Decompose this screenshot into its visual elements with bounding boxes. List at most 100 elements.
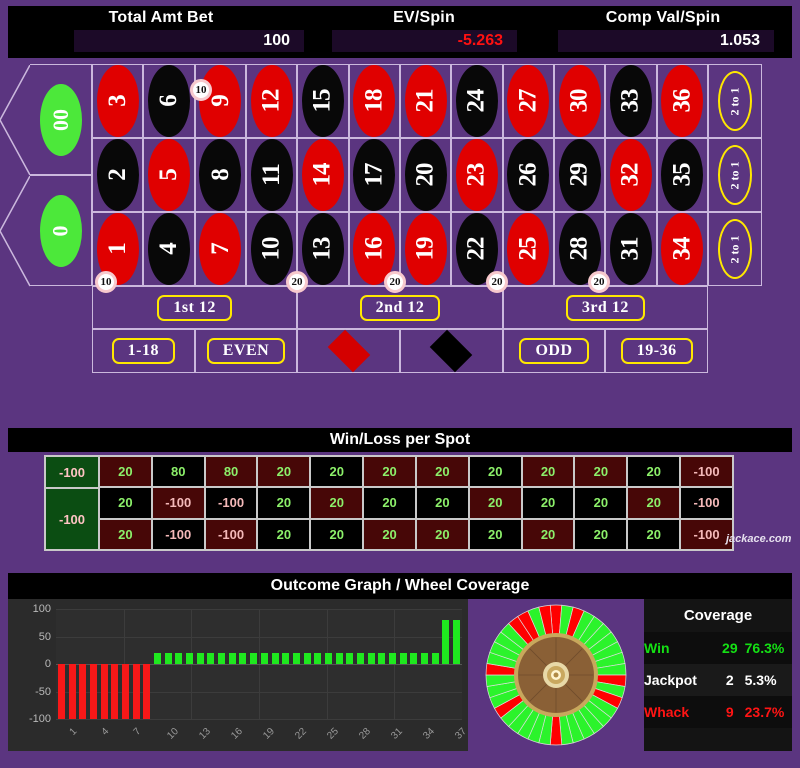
outcome-body: 100 50 0 -50 -100 1 4 7 10 13 16 19 22 25 28 31 34 37 Cov… xyxy=(8,599,792,751)
winloss-value: -100 xyxy=(218,526,245,542)
bet-spot-3[interactable]: 3 xyxy=(92,64,144,138)
bet-chip-line-16-19[interactable]: 20 xyxy=(384,271,406,293)
winloss-cell: 20 xyxy=(258,457,310,487)
bet-spot-5[interactable]: 5 xyxy=(143,138,195,212)
number-label: 18 xyxy=(360,89,388,113)
number-oval: 9 xyxy=(199,65,242,137)
winloss-value: 20 xyxy=(276,495,292,511)
winloss-grid: 20 80 80 20 20 20 20 20 20 20 20 -100 20 -100 -100 20 20… xyxy=(100,457,732,549)
winloss-cell: 20 xyxy=(628,519,680,549)
coverage-title: Coverage xyxy=(683,607,753,624)
bet-spot-column-2[interactable]: 2 to 1 xyxy=(708,138,762,212)
winloss-cell: -100 xyxy=(205,519,257,549)
wheel-coverage-graphic xyxy=(468,599,644,751)
bet-spot-34[interactable]: 34 xyxy=(656,212,708,286)
dozen-bets[interactable]: 1st 12 2nd 12 3rd 12 xyxy=(92,286,708,329)
number-label: 3 xyxy=(103,95,131,107)
stat-label: Comp Val/Spin xyxy=(605,9,721,26)
winloss-value: 20 xyxy=(329,495,344,511)
winloss-cell: 20 xyxy=(575,519,627,549)
coverage-label: Win xyxy=(644,632,716,664)
bet-chip-split-6-9[interactable]: 10 xyxy=(190,79,212,101)
winloss-value: 20 xyxy=(488,526,503,542)
column-bets[interactable]: 2 to 1 2 to 1 2 to 1 xyxy=(708,64,762,286)
number-grid[interactable]: 3 6 9 12 15 18 21 24 27 30 33 36 2 5 8 11 14 17 20 23 26 29 32… xyxy=(92,64,708,286)
bet-spot-27[interactable]: 27 xyxy=(502,64,554,138)
chart-bar xyxy=(389,653,397,664)
bet-spot-1st-12[interactable]: 1st 12 xyxy=(92,286,298,329)
number-label: 2 xyxy=(103,169,131,181)
winloss-cell: 80 xyxy=(152,457,204,487)
bet-chip-line-28-31[interactable]: 20 xyxy=(588,271,610,293)
bet-chip-street-corner-1[interactable]: 10 xyxy=(95,271,117,293)
bet-chip-line-22-25[interactable]: 20 xyxy=(486,271,508,293)
number-oval: 17 xyxy=(353,139,396,211)
outcome-title: Outcome Graph / Wheel Coverage xyxy=(8,573,792,599)
chart-bar xyxy=(57,664,65,719)
number-label: 11 xyxy=(257,164,285,186)
winloss-value: -100 xyxy=(693,526,720,542)
bet-spot-18[interactable]: 18 xyxy=(348,64,400,138)
bet-spot-1-18[interactable]: 1-18 xyxy=(92,329,195,373)
bet-spot-32[interactable]: 32 xyxy=(605,138,657,212)
number-label: 34 xyxy=(668,237,696,261)
bet-spot-6[interactable]: 6 xyxy=(143,64,195,138)
bet-spot-29[interactable]: 29 xyxy=(553,138,606,212)
bet-spot-11[interactable]: 11 xyxy=(245,138,298,212)
bet-spot-odd[interactable]: ODD xyxy=(502,329,606,373)
bet-spot-19-36[interactable]: 19-36 xyxy=(605,329,708,373)
outside-bets[interactable]: 1-18 EVEN ODD 19-36 xyxy=(92,329,708,373)
bet-spot-24[interactable]: 24 xyxy=(451,64,503,138)
bet-spot-red[interactable] xyxy=(297,329,400,373)
chart-bar xyxy=(153,653,162,664)
bet-spot-even[interactable]: EVEN xyxy=(194,329,298,373)
bet-spot-25[interactable]: 25 xyxy=(502,212,554,286)
bet-spot-23[interactable]: 23 xyxy=(451,138,503,212)
bet-spot-17[interactable]: 17 xyxy=(348,138,400,212)
bet-spot-8[interactable]: 8 xyxy=(194,138,246,212)
number-label: 30 xyxy=(565,89,593,113)
bet-spot-36[interactable]: 36 xyxy=(656,64,708,138)
bet-spot-19[interactable]: 19 xyxy=(399,212,452,286)
bet-spot-35[interactable]: 35 xyxy=(656,138,708,212)
bet-spot-0[interactable]: 0 xyxy=(0,175,92,287)
bet-spot-15[interactable]: 15 xyxy=(297,64,349,138)
bet-spot-4[interactable]: 4 xyxy=(143,212,195,286)
chart-bar xyxy=(260,653,268,664)
bet-chip-line-10-13[interactable]: 20 xyxy=(286,271,308,293)
number-oval: 5 xyxy=(147,139,190,211)
bet-spot-14[interactable]: 14 xyxy=(297,138,349,212)
bet-spot-12[interactable]: 12 xyxy=(245,64,298,138)
winloss-cell: 20 xyxy=(258,519,310,549)
bet-spot-9[interactable]: 9 xyxy=(194,64,246,138)
winloss-value: 20 xyxy=(382,495,397,511)
coverage-label: Whack xyxy=(644,696,716,728)
bet-spot-7[interactable]: 7 xyxy=(194,212,246,286)
chart-bar xyxy=(111,664,119,719)
bet-spot-2nd-12[interactable]: 2nd 12 xyxy=(297,286,503,329)
bet-spot-20[interactable]: 20 xyxy=(399,138,452,212)
number-label: 12 xyxy=(257,89,285,113)
chart-bar xyxy=(79,664,87,719)
bet-spot-21[interactable]: 21 xyxy=(399,64,452,138)
winloss-value: 20 xyxy=(593,526,609,542)
number-label: 28 xyxy=(565,237,593,261)
bet-spot-black[interactable] xyxy=(399,329,503,373)
bet-spot-30[interactable]: 30 xyxy=(553,64,606,138)
coverage-row-win: Win 29 76.3% xyxy=(644,632,792,664)
bet-spot-31[interactable]: 31 xyxy=(605,212,657,286)
brand-watermark: jackace.com xyxy=(726,533,792,545)
bet-spot-26[interactable]: 26 xyxy=(502,138,554,212)
bet-spot-2[interactable]: 2 xyxy=(92,138,144,212)
bet-spot-33[interactable]: 33 xyxy=(605,64,657,138)
roulette-layout[interactable]: 00 0 3 6 9 12 15 18 21 24 27 30 33 36 2 5 8 11 14 17 20 23 2… xyxy=(0,60,800,400)
x-axis-tick-label: 1 xyxy=(67,726,79,738)
bet-spot-00[interactable]: 00 xyxy=(0,64,92,176)
bet-spot-3rd-12[interactable]: 3rd 12 xyxy=(502,286,708,329)
red-diamond-icon xyxy=(327,329,370,373)
number-oval: 21 xyxy=(404,65,447,137)
number-label: 32 xyxy=(616,163,644,187)
number-label: 5 xyxy=(154,169,182,181)
bet-spot-column-3[interactable]: 2 to 1 xyxy=(708,212,762,286)
bet-spot-column-1[interactable]: 2 to 1 xyxy=(708,64,762,138)
